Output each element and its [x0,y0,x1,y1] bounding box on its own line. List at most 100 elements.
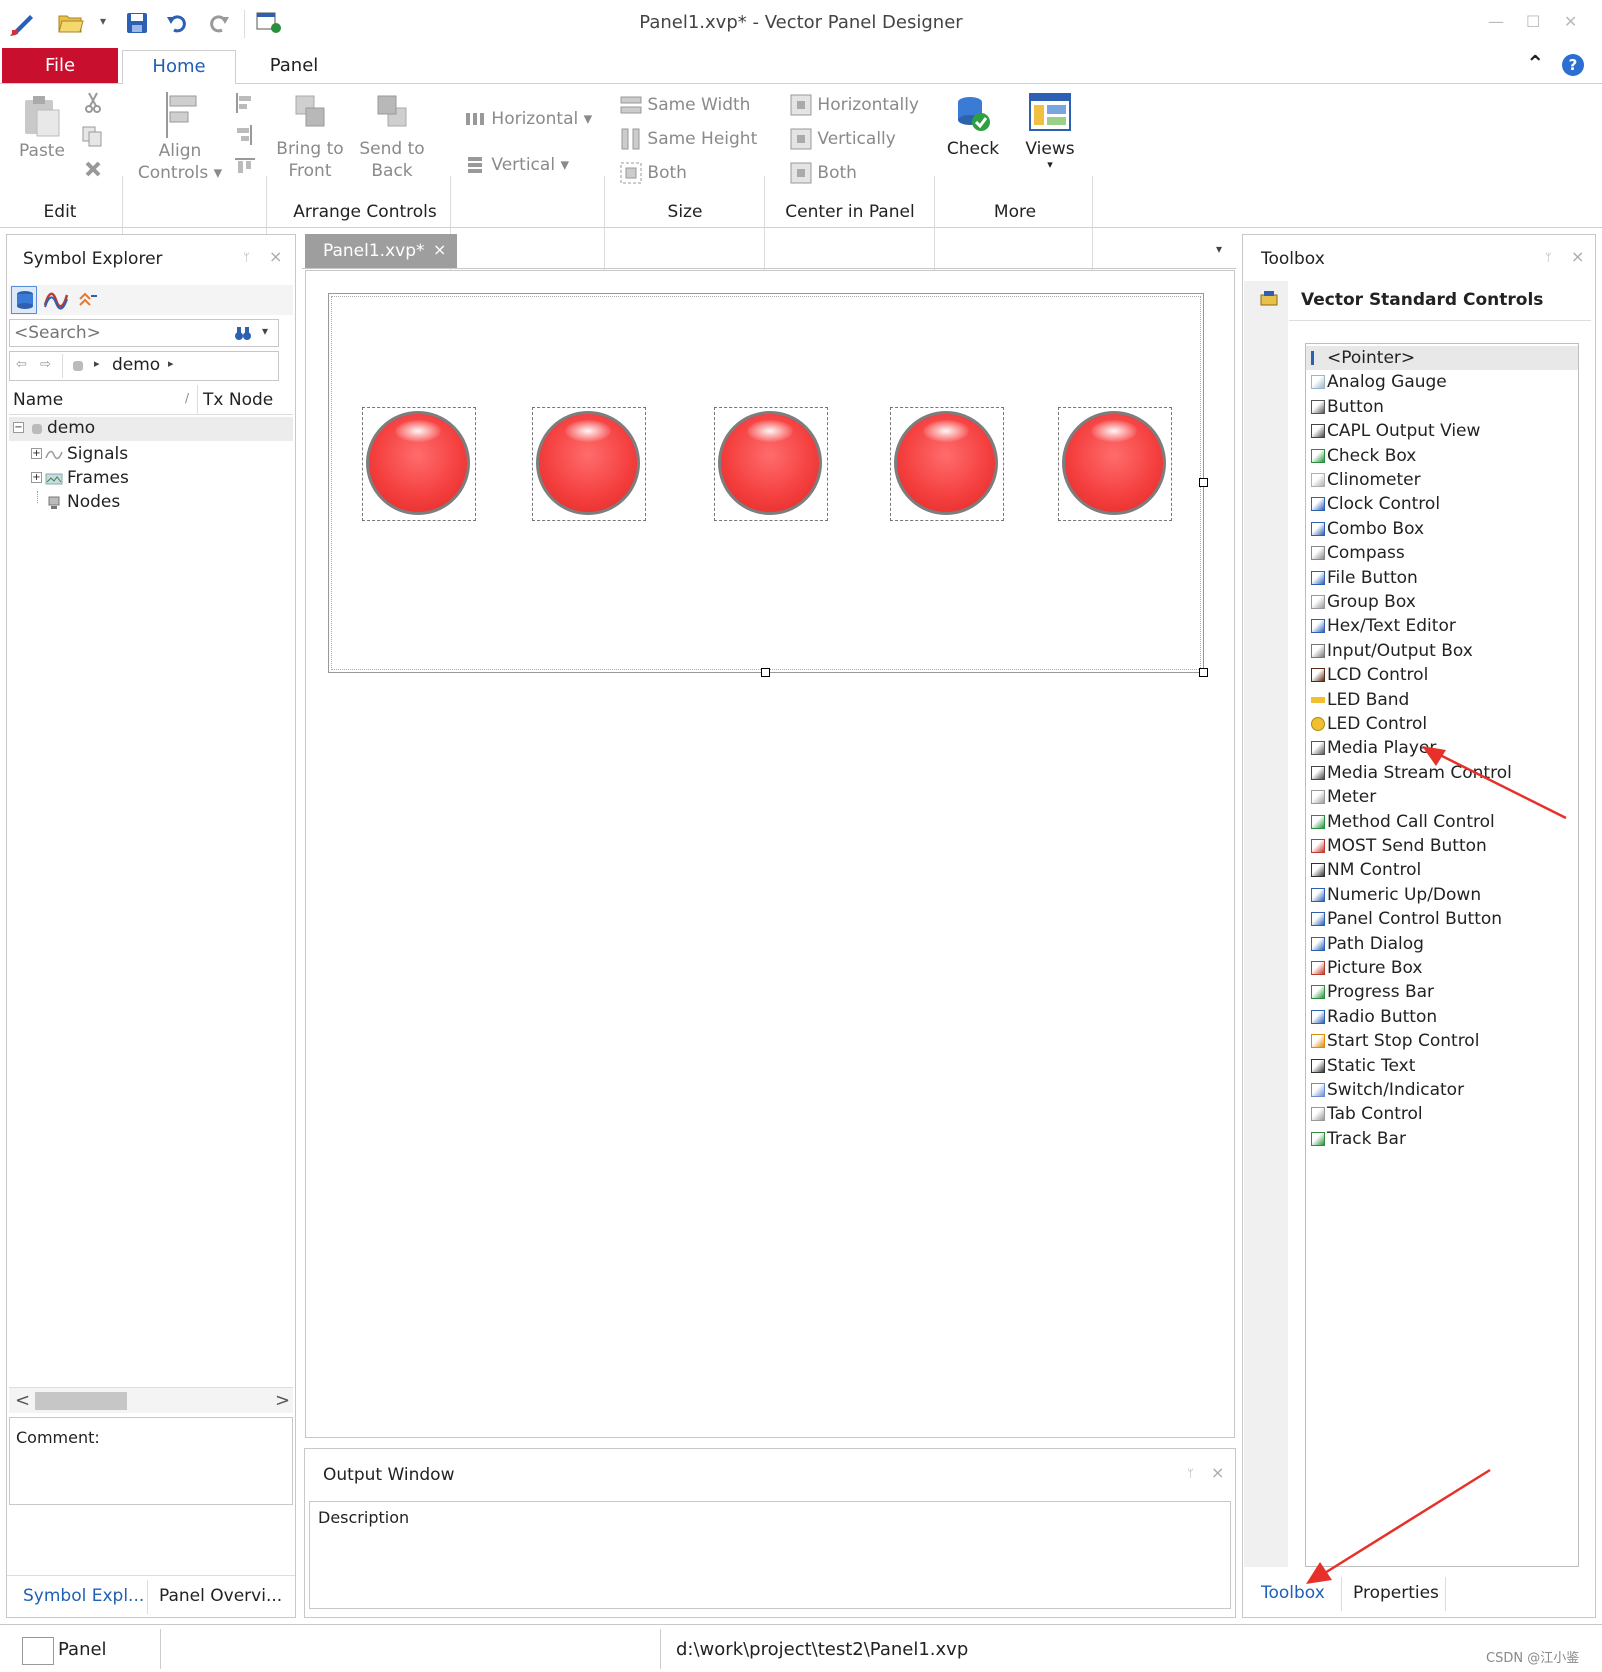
resize-handle-bottom[interactable] [761,668,770,677]
check-button[interactable]: Check [942,92,1004,160]
resize-handle-corner[interactable] [1199,668,1208,677]
toolbox-item[interactable]: Static Text [1306,1054,1578,1078]
search-dropdown-arrow[interactable]: ▾ [262,324,268,338]
database-view-button[interactable] [11,286,37,314]
expand-toggle-icon[interactable]: + [31,472,42,483]
bring-to-front-button[interactable]: Bring to Front [276,92,344,182]
horizontal-spacing-button[interactable]: Horizontal ▾ [464,106,592,132]
align-controls-button[interactable]: Align Controls ▾ [130,90,230,184]
comment-box[interactable]: Comment: [9,1417,293,1505]
tab-toolbox[interactable]: Toolbox [1261,1583,1325,1603]
toolbox-item[interactable]: LED Band [1306,688,1578,712]
help-button[interactable]: ? [1562,54,1584,76]
toolbox-item[interactable]: LED Control [1306,712,1578,736]
tab-panel[interactable]: Panel [236,50,352,83]
same-height-button[interactable]: Same Height [620,126,757,152]
center-horizontally-button[interactable]: Horizontally [790,92,919,118]
toolbox-item[interactable]: Tab Control [1306,1102,1578,1126]
output-grid[interactable]: Description [309,1501,1231,1609]
send-to-back-button[interactable]: Send to Back [358,92,426,182]
toolbox-item[interactable]: Radio Button [1306,1005,1578,1029]
pin-icon[interactable]: ᛘ [243,251,250,264]
close-toolbox-button[interactable]: × [1571,247,1584,266]
horizontal-scrollbar[interactable]: < > [9,1387,293,1413]
toolbox-group-header[interactable]: Vector Standard Controls [1289,281,1591,321]
column-name[interactable]: Name [13,390,63,410]
back-arrow-icon[interactable]: ⇦ [16,357,27,372]
tab-properties[interactable]: Properties [1353,1583,1439,1603]
expand-toggle-icon[interactable]: + [31,448,42,459]
toolbox-item[interactable]: Picture Box [1306,956,1578,980]
align-top-icon[interactable] [234,156,256,176]
toolbox-item[interactable]: <Pointer> [1306,346,1578,370]
column-tx-node[interactable]: Tx Node [203,390,273,410]
symbol-search-input[interactable] [14,322,214,344]
toolbox-item[interactable]: Numeric Up/Down [1306,883,1578,907]
led-control-2[interactable] [532,407,646,521]
toolbox-item[interactable]: CAPL Output View [1306,419,1578,443]
close-pane-button[interactable]: × [269,247,282,266]
toolbox-item[interactable]: Clinometer [1306,468,1578,492]
close-window-button[interactable]: ✕ [1564,12,1577,31]
scroll-thumb[interactable] [35,1392,127,1410]
views-button[interactable]: Views ▾ [1018,92,1082,170]
toolbox-item[interactable]: NM Control [1306,858,1578,882]
scroll-left-button[interactable]: < [15,1390,30,1411]
led-control-5[interactable] [1058,407,1172,521]
vertical-spacing-button[interactable]: Vertical ▾ [464,152,569,178]
align-left-icon[interactable] [234,92,254,114]
toolbox-group-icon[interactable] [1260,289,1278,307]
scroll-right-button[interactable]: > [275,1390,290,1411]
toolbox-item[interactable]: Start Stop Control [1306,1029,1578,1053]
close-output-button[interactable]: × [1211,1463,1224,1482]
symbol-search-box[interactable]: ▾ [9,319,279,347]
tab-symbol-explorer[interactable]: Symbol Expl... [23,1586,144,1606]
toolbox-item[interactable]: MOST Send Button [1306,834,1578,858]
breadcrumb-demo[interactable]: demo [112,355,160,375]
center-vertically-button[interactable]: Vertically [790,126,896,152]
toolbox-item[interactable]: Analog Gauge [1306,370,1578,394]
toolbox-item[interactable]: Compass [1306,541,1578,565]
toolbox-item[interactable]: Switch/Indicator [1306,1078,1578,1102]
collapse-ribbon-button[interactable]: ⌃ [1526,52,1544,77]
column-description[interactable]: Description [318,1508,409,1527]
cut-icon[interactable] [84,92,102,114]
led-control-3[interactable] [714,407,828,521]
delete-icon[interactable] [84,160,102,178]
toolbox-item[interactable]: Group Box [1306,590,1578,614]
minimize-button[interactable]: — [1488,12,1504,31]
paste-button[interactable]: Paste [14,94,70,162]
toolbox-item[interactable]: Input/Output Box [1306,639,1578,663]
led-control-1[interactable] [362,407,476,521]
tree-item-signals[interactable]: + Signals [9,443,293,467]
led-control-4[interactable] [890,407,1004,521]
document-dropdown-arrow[interactable]: ▾ [1216,242,1222,256]
toolbox-item[interactable]: Combo Box [1306,517,1578,541]
forward-arrow-icon[interactable]: ⇨ [40,357,51,372]
toolbox-item[interactable]: File Button [1306,566,1578,590]
pin-icon[interactable]: ᛘ [1187,1467,1194,1480]
toolbox-item[interactable]: Check Box [1306,444,1578,468]
tree-item-frames[interactable]: + Frames [9,467,293,491]
panel-design-surface[interactable] [305,270,1235,1438]
tree-root-demo[interactable]: − demo [9,417,293,441]
document-tab-close[interactable]: × [433,240,446,259]
copy-icon[interactable] [82,126,104,148]
align-right-icon[interactable] [234,124,254,146]
resize-handle-right[interactable] [1199,478,1208,487]
same-width-button[interactable]: Same Width [620,92,750,118]
maximize-button[interactable]: ☐ [1526,12,1540,31]
signal-view-icon[interactable] [43,289,69,311]
toolbox-item[interactable]: Panel Control Button [1306,907,1578,931]
toolbox-item[interactable]: Path Dialog [1306,932,1578,956]
toolbox-item[interactable]: Button [1306,395,1578,419]
collapse-toggle-icon[interactable]: − [13,422,24,433]
center-both-button[interactable]: Both [790,160,857,186]
binoculars-icon[interactable] [234,325,252,341]
tab-file[interactable]: File [2,48,118,83]
collapse-all-icon[interactable] [77,289,99,311]
same-size-both-button[interactable]: Both [620,160,687,186]
tab-home[interactable]: Home [122,50,236,85]
pin-icon[interactable]: ᛘ [1545,251,1552,264]
toolbox-item[interactable]: Track Bar [1306,1127,1578,1151]
